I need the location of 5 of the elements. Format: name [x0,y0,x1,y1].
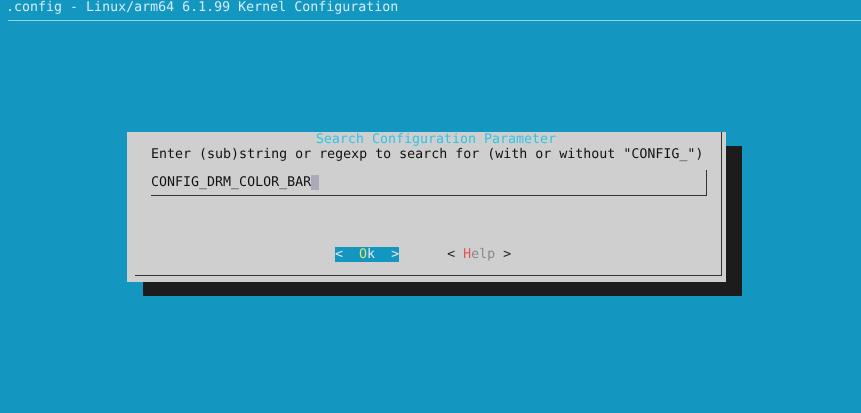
help-button[interactable]: < Help > [447,247,512,262]
dialog-title: Search Configuration Parameter [314,132,558,147]
search-prompt: Enter (sub)string or regexp to search for (with or without "CONFIG_") [151,147,704,162]
search-field[interactable]: CONFIG_DRM_COLOR_BAR [151,170,707,196]
window-title: .config - Linux/arm64 6.1.99 Kernel Configuration [6,0,398,15]
